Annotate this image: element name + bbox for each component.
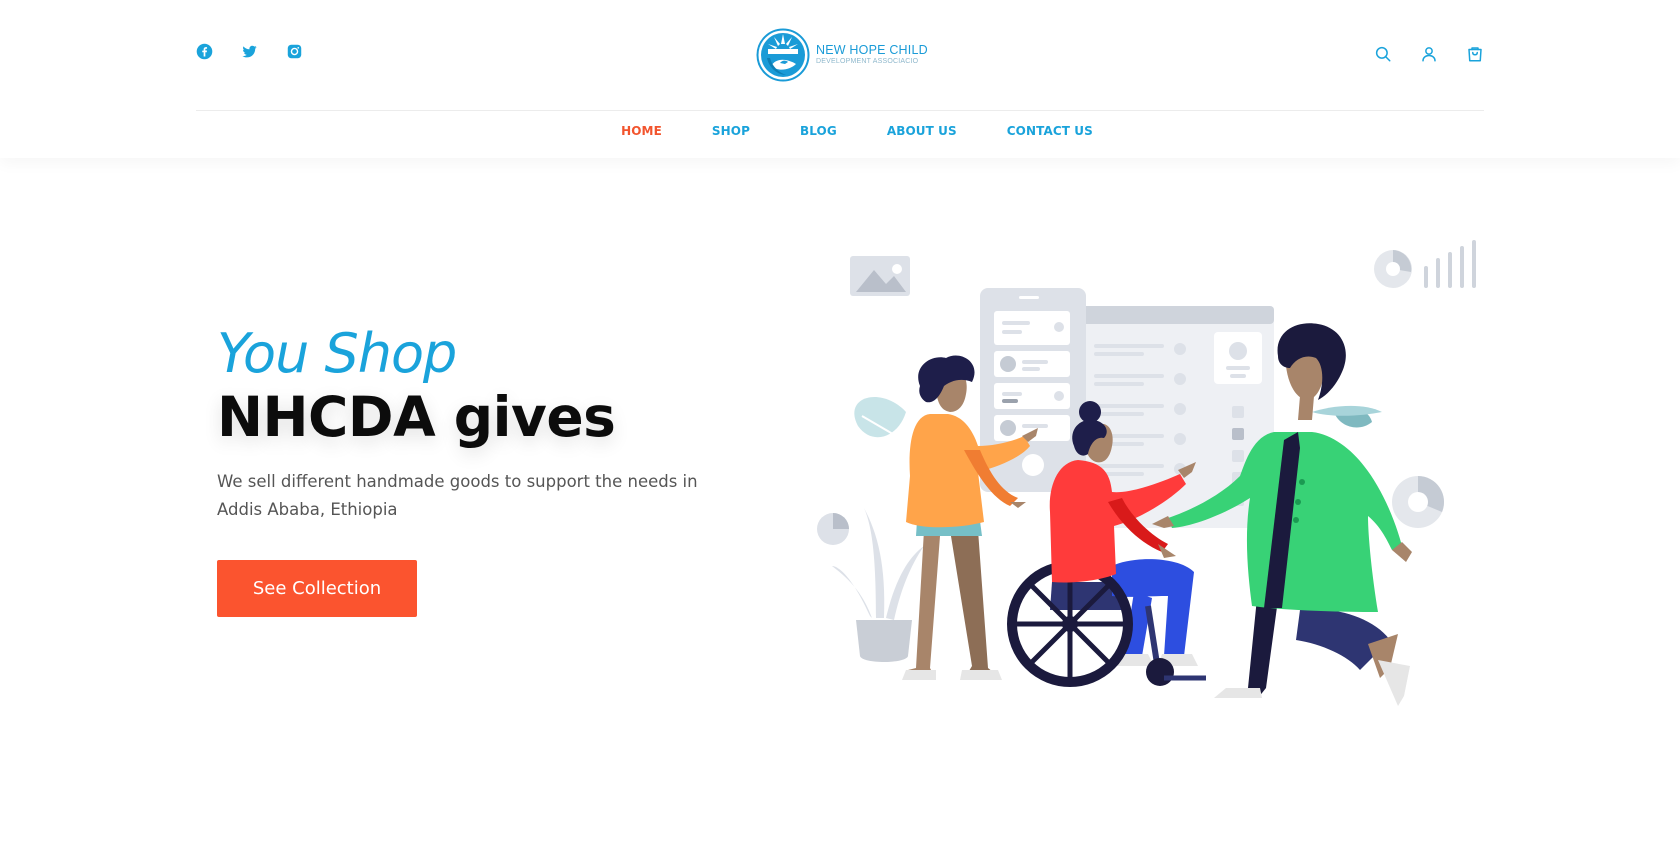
nav-item-shop[interactable]: SHOP <box>712 124 750 138</box>
top-bar: NEW HOPE CHILD DEVELOPMENT ASSOCIACIO <box>196 0 1484 111</box>
logo-emblem-icon <box>756 28 810 82</box>
site-header: NEW HOPE CHILD DEVELOPMENT ASSOCIACIO HO… <box>0 0 1680 158</box>
main-nav: HOME SHOP BLOG ABOUT US CONTACT US <box>0 124 1680 138</box>
hero-eyebrow: You Shop <box>217 322 457 385</box>
brand-logo[interactable]: NEW HOPE CHILD DEVELOPMENT ASSOCIACIO <box>756 26 936 84</box>
social-links <box>196 43 303 60</box>
logo-name-line1: NEW HOPE CHILD <box>816 43 928 57</box>
search-icon[interactable] <box>1374 45 1392 63</box>
header-actions <box>1374 45 1484 63</box>
account-icon[interactable] <box>1420 45 1438 63</box>
cart-icon[interactable] <box>1466 45 1484 63</box>
logo-name-line2: DEVELOPMENT ASSOCIACIO <box>816 58 919 65</box>
nav-item-contact-us[interactable]: CONTACT US <box>1007 124 1093 138</box>
instagram-icon[interactable] <box>286 43 303 60</box>
hero-headline: NHCDA gives <box>217 385 616 449</box>
nav-item-blog[interactable]: BLOG <box>800 124 837 138</box>
hero-section: You Shop NHCDA gives We sell different h… <box>217 322 757 617</box>
twitter-icon[interactable] <box>241 43 258 60</box>
chart-decoration-icon <box>1374 240 1476 288</box>
see-collection-button[interactable]: See Collection <box>217 560 417 617</box>
image-placeholder-icon <box>850 256 910 296</box>
hero-description: We sell different handmade goods to supp… <box>217 472 698 519</box>
hero-illustration <box>812 236 1482 738</box>
facebook-icon[interactable] <box>196 43 213 60</box>
nav-item-home[interactable]: HOME <box>621 124 662 138</box>
nav-item-about-us[interactable]: ABOUT US <box>887 124 957 138</box>
